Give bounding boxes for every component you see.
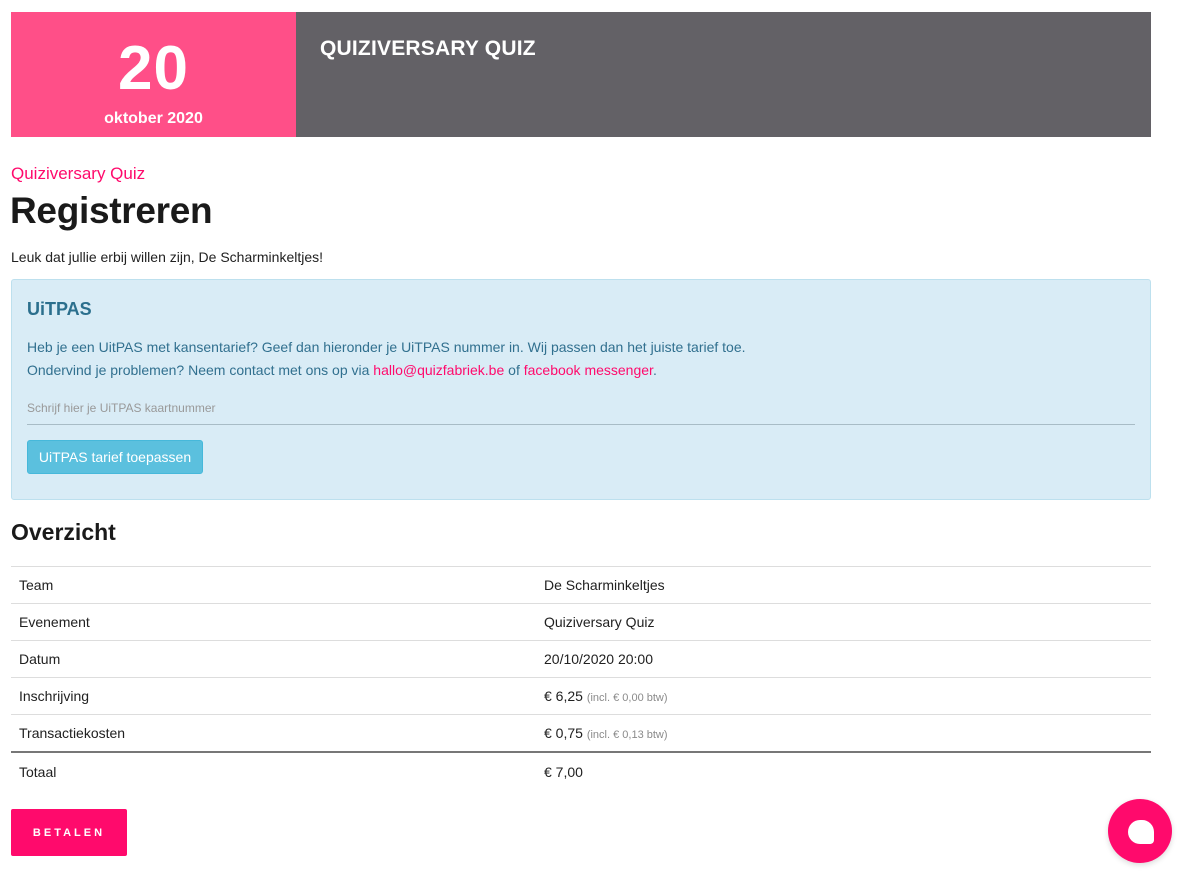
overview-row-value-cell: 20/10/2020 20:00 [536, 640, 1151, 678]
overview-row: Transactiekosten € 0,75 (incl. € 0,13 btw… [11, 714, 1151, 752]
overview-row-value: 20/10/2020 20:00 [544, 651, 653, 667]
overview-row-label: Datum [11, 640, 536, 678]
overview-total-row: Totaal € 7,00 [11, 750, 1151, 791]
uitpas-info-line1: Heb je een UitPAS met kansentarief? Geef… [27, 339, 746, 355]
overview-row-label: Inschrijving [11, 677, 536, 715]
welcome-text: Leuk dat jullie erbij willen zijn, De Sc… [11, 249, 324, 265]
pay-button[interactable]: BETALEN [11, 809, 127, 856]
overview-row-value-cell: Quiziversary Quiz [536, 603, 1151, 641]
overview-row-value: De Scharminkeltjes [544, 577, 665, 593]
overview-row: Datum 20/10/2020 20:00 [11, 640, 1151, 678]
event-month: oktober 2020 [104, 110, 203, 127]
uitpas-contact-mid: of [504, 362, 524, 378]
overview-row-vat-note: (incl. € 0,13 btw) [586, 728, 668, 741]
overview-row: Inschrijving € 6,25 (incl. € 0,00 btw) [11, 677, 1151, 715]
overview-row-label: Team [11, 566, 536, 604]
uitpas-title: UiTPAS [27, 299, 92, 319]
overview-total-label: Totaal [11, 750, 536, 791]
uitpas-info-line2: Ondervind je problemen? Neem contact met… [27, 359, 746, 382]
overview-title: Overzicht [11, 519, 116, 545]
uitpas-card-number-input[interactable] [27, 392, 1135, 425]
overview-row: Evenement Quiziversary Quiz [11, 603, 1151, 641]
overview-row-vat-note: (incl. € 0,00 btw) [586, 692, 668, 704]
overview-table: Team De Scharminkeltjes Evenement Quizivers… [11, 566, 1151, 791]
overview-row-label: Evenement [11, 603, 536, 641]
event-title: QUIZIVERSARY QUIZ [320, 37, 536, 60]
uitpas-panel: UiTPAS Heb je een UitPAS met kansentarie… [11, 279, 1151, 500]
event-hero: 20 oktober 2020 QUIZIVERSARY QUIZ [11, 12, 1151, 137]
overview-row-value-cell: € 6,25 (incl. € 0,00 btw) [536, 677, 1151, 715]
email-link[interactable]: hallo@quizfabriek.be [373, 362, 504, 378]
overview-row-value-cell: € 0,75 (incl. € 0,13 btw) [536, 714, 1151, 752]
apply-uitpas-button[interactable]: UiTPAS tarief toepassen [27, 440, 203, 474]
overview-row-label: Transactiekosten [11, 714, 536, 752]
overview-row-value-cell: De Scharminkeltjes [536, 566, 1151, 604]
event-day: 20 [118, 34, 189, 103]
overview-total-value: € 7,00 [536, 750, 1151, 791]
uitpas-contact-suffix: . [652, 362, 657, 378]
chat-button[interactable] [1108, 799, 1172, 863]
overview-row-value: Quiziversary Quiz [544, 614, 655, 630]
overview-row-value: € 0,75 [544, 724, 583, 741]
facebook-messenger-link[interactable]: facebook messenger [524, 362, 653, 378]
overview-row: Team De Scharminkeltjes [11, 566, 1151, 604]
event-title-block: QUIZIVERSARY QUIZ [296, 12, 1151, 137]
uitpas-info-text: Heb je een UitPAS met kansentarief? Geef… [27, 336, 746, 382]
uitpas-contact-prefix: Ondervind je problemen? Neem contact met… [27, 362, 374, 378]
event-date-block: 20 oktober 2020 [11, 12, 296, 137]
chat-bubble-icon [1128, 820, 1154, 844]
overview-row-value: € 6,25 [544, 688, 583, 704]
page-title: Registreren [10, 190, 213, 231]
page-subtitle: Quiziversary Quiz [11, 164, 146, 183]
